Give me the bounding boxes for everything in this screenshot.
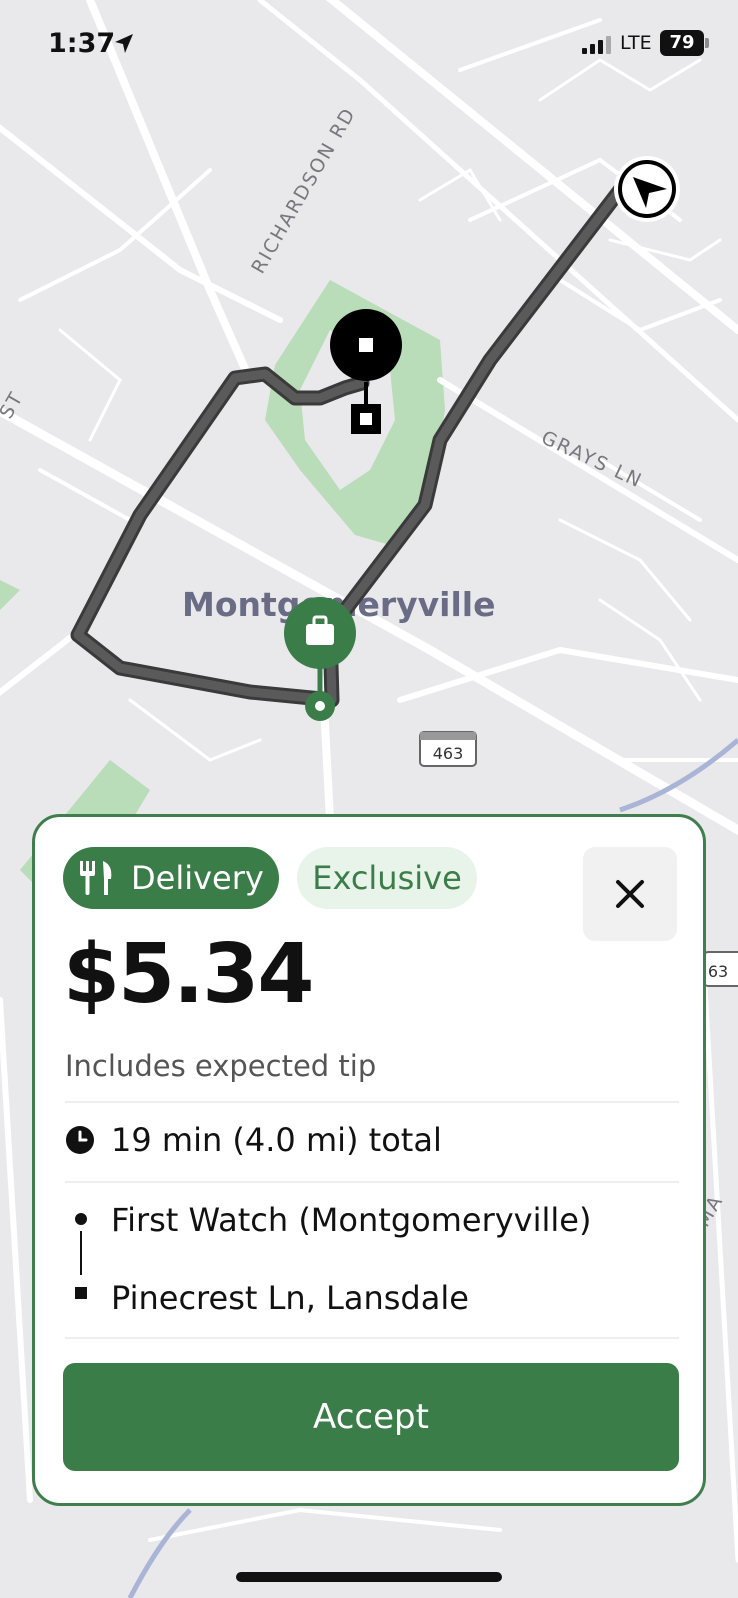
route-shield-63: 63 (703, 951, 738, 987)
route-shield-463: 463 (419, 731, 477, 767)
pickup-dot-icon (75, 1213, 87, 1225)
close-icon (616, 880, 644, 908)
battery-level: 79 (669, 32, 695, 53)
location-arrow-icon (115, 34, 133, 53)
svg-text:463: 463 (433, 744, 464, 763)
divider (65, 1337, 679, 1339)
dropoff-location: Pinecrest Ln, Lansdale (111, 1279, 469, 1317)
delivery-label: Delivery (131, 859, 264, 897)
divider (65, 1101, 679, 1103)
status-time: 1:37 (48, 28, 116, 59)
accept-button[interactable]: Accept (63, 1363, 679, 1471)
price-note: Includes expected tip (65, 1049, 377, 1083)
pickup-location: First Watch (Montgomeryville) (111, 1201, 592, 1239)
dropoff-square-icon (75, 1287, 87, 1299)
route-connector (80, 1231, 82, 1275)
status-bar: 1:37 LTE 79 (0, 0, 738, 90)
signal-icon (582, 36, 611, 54)
exclusive-badge: Exclusive (297, 847, 477, 909)
trip-total: 19 min (4.0 mi) total (111, 1121, 442, 1159)
current-location-marker[interactable] (614, 156, 680, 222)
clock-icon (66, 1126, 94, 1154)
battery-icon: 79 (660, 30, 710, 56)
offer-card: Delivery Exclusive $5.34 Includes expect… (32, 814, 706, 1506)
utensils-icon (80, 861, 112, 895)
home-indicator[interactable] (236, 1572, 502, 1582)
close-button[interactable] (583, 847, 677, 941)
svg-text:63: 63 (708, 962, 728, 981)
divider (65, 1181, 679, 1183)
network-type: LTE (620, 32, 652, 54)
delivery-badge: Delivery (63, 847, 279, 909)
offer-price: $5.34 (63, 927, 314, 1022)
